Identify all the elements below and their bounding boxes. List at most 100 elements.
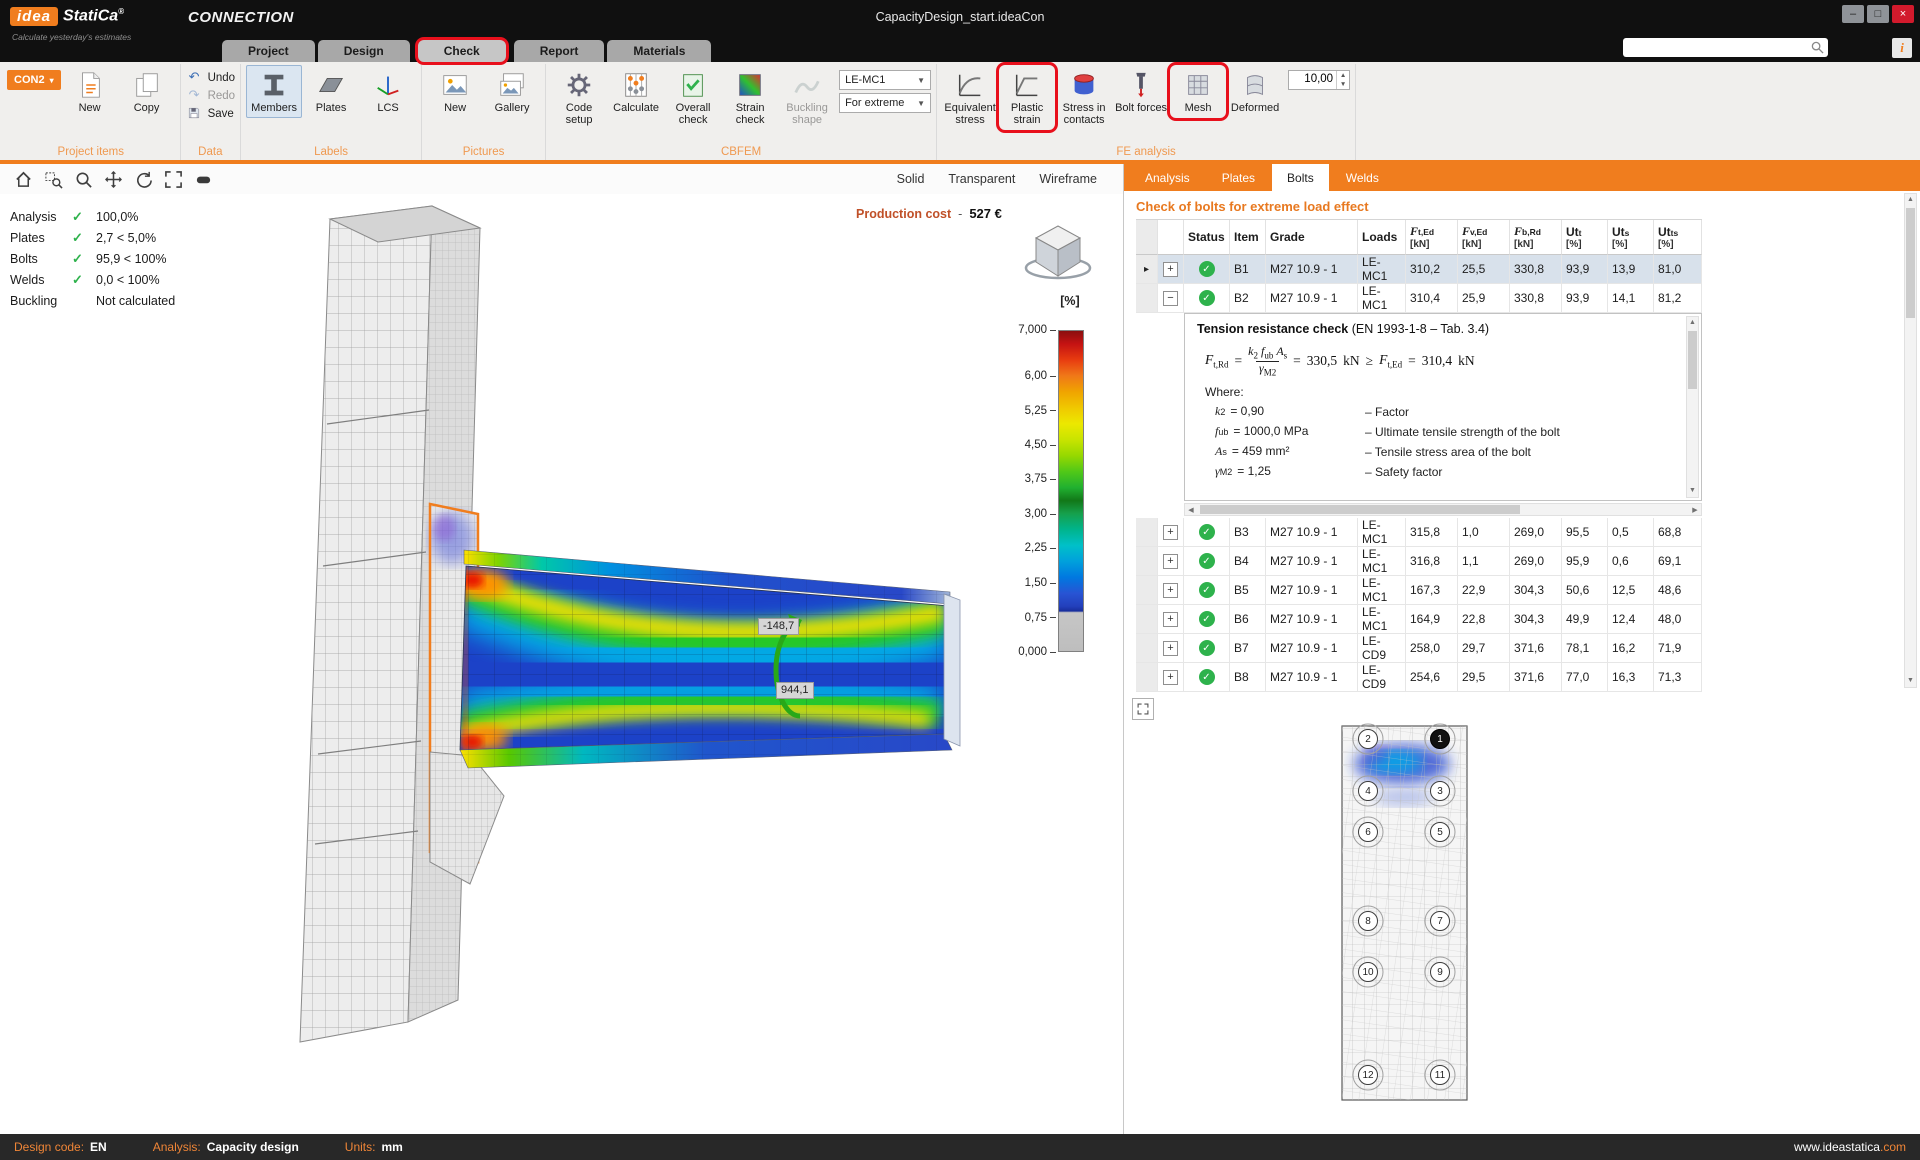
close-button[interactable]: ×: [1892, 5, 1914, 23]
group-label-project-items: Project items: [7, 144, 175, 160]
main-tab[interactable]: Materials: [607, 40, 711, 62]
main-tab[interactable]: Design: [318, 40, 410, 62]
search-input[interactable]: [1627, 42, 1811, 54]
view-mode-button[interactable]: Wireframe: [1039, 172, 1097, 186]
vertical-scrollbar[interactable]: ▲▼: [1904, 193, 1917, 688]
rotate-button[interactable]: [130, 167, 156, 191]
lcs-toggle[interactable]: LCS: [360, 65, 416, 118]
copy-item-button[interactable]: Copy: [119, 65, 175, 118]
results-tab[interactable]: Bolts: [1272, 164, 1329, 191]
code-setup-button[interactable]: Code setup: [551, 65, 607, 130]
view-mode-button[interactable]: Transparent: [948, 172, 1015, 186]
row-expander[interactable]: +: [1163, 583, 1178, 598]
row-expander[interactable]: −: [1163, 291, 1178, 306]
paint-results-button[interactable]: [190, 167, 216, 191]
minimize-button[interactable]: –: [1842, 5, 1864, 23]
mesh-button[interactable]: Mesh: [1170, 65, 1226, 118]
bolt-marker[interactable]: 1: [1430, 729, 1450, 749]
strain-check-button[interactable]: Strain check: [722, 65, 778, 130]
expand-view-button[interactable]: [1132, 698, 1154, 720]
bolt-row[interactable]: + B5 M27 10.9 - 1 LE-MC1 167,3 22,9 304,…: [1136, 576, 1702, 605]
main-tab[interactable]: Project: [222, 40, 315, 62]
buckling-shape-button[interactable]: Buckling shape: [779, 65, 835, 130]
spinner-up-icon[interactable]: ▲: [1337, 71, 1349, 80]
con2-dropdown[interactable]: CON2▾: [7, 70, 61, 90]
beam-strain-contours: [456, 550, 960, 768]
bolt-row[interactable]: ▸ + B1 M27 10.9 - 1 LE-MC1 310,2 25,5 33…: [1136, 255, 1702, 284]
view-mode-switch: Solid Transparent Wireframe: [897, 172, 1113, 186]
table-header: Status Item Grade Loads Ft,Ed[kN] Fv,Ed[…: [1136, 219, 1702, 255]
plates-icon: [316, 70, 346, 100]
legend-tick: 2,25: [1025, 542, 1056, 554]
overall-check-button[interactable]: Overall check: [665, 65, 721, 130]
bolt-marker[interactable]: 7: [1430, 911, 1450, 931]
row-expander[interactable]: +: [1163, 641, 1178, 656]
save-button[interactable]: Save: [186, 106, 234, 121]
chevron-down-icon: ▼: [917, 76, 925, 85]
pan-button[interactable]: [100, 167, 126, 191]
bolt-row[interactable]: + B7 M27 10.9 - 1 LE-CD9 258,0 29,7 371,…: [1136, 634, 1702, 663]
new-item-button[interactable]: New: [62, 65, 118, 118]
row-expander[interactable]: +: [1163, 554, 1178, 569]
deformed-scale-stepper[interactable]: 10,00 ▲▼: [1288, 70, 1350, 90]
bolt-marker[interactable]: 6: [1358, 822, 1378, 842]
bolt-forces-button[interactable]: Bolt forces: [1113, 65, 1169, 118]
fe-model-3d[interactable]: [0, 194, 1123, 1134]
bolt-table: Status Item Grade Loads Ft,Ed[kN] Fv,Ed[…: [1136, 219, 1702, 692]
search-icon[interactable]: [1811, 41, 1824, 54]
plates-toggle[interactable]: Plates: [303, 65, 359, 118]
bolt-marker[interactable]: 2: [1358, 729, 1378, 749]
members-toggle[interactable]: Members: [246, 65, 302, 118]
undo-button[interactable]: ↶Undo: [186, 70, 236, 85]
view-mode-button[interactable]: Solid: [897, 172, 925, 186]
row-expander[interactable]: +: [1163, 262, 1178, 277]
info-button[interactable]: i: [1892, 38, 1912, 58]
redo-button[interactable]: ↷Redo: [186, 88, 236, 103]
bolt-marker[interactable]: 9: [1430, 962, 1450, 982]
plastic-strain-button[interactable]: Plastic strain: [999, 65, 1055, 130]
bolt-row[interactable]: + B8 M27 10.9 - 1 LE-CD9 254,6 29,5 371,…: [1136, 663, 1702, 692]
new-picture-button[interactable]: New: [427, 65, 483, 118]
extreme-select[interactable]: For extreme▼: [839, 93, 931, 113]
stress-in-contacts-button[interactable]: Stress in contacts: [1056, 65, 1112, 130]
spinner-down-icon[interactable]: ▼: [1337, 80, 1349, 89]
bolt-row[interactable]: + B4 M27 10.9 - 1 LE-MC1 316,8 1,1 269,0…: [1136, 547, 1702, 576]
website-link[interactable]: www.ideastatica.com: [1794, 1140, 1906, 1154]
home-icon: [14, 170, 33, 189]
calculate-button[interactable]: Calculate: [608, 65, 664, 118]
bolt-marker[interactable]: 4: [1358, 781, 1378, 801]
equivalent-stress-button[interactable]: Equivalent stress: [942, 65, 998, 130]
row-expander[interactable]: +: [1163, 670, 1178, 685]
navigation-cube[interactable]: [1018, 216, 1100, 288]
bolt-marker[interactable]: 8: [1358, 911, 1378, 931]
bolt-marker[interactable]: 11: [1430, 1065, 1450, 1085]
deformed-button[interactable]: Deformed: [1227, 65, 1283, 118]
bolt-marker[interactable]: 3: [1430, 781, 1450, 801]
row-expander[interactable]: +: [1163, 612, 1178, 627]
bolt-row[interactable]: + B6 M27 10.9 - 1 LE-MC1 164,9 22,8 304,…: [1136, 605, 1702, 634]
row-expander[interactable]: +: [1163, 525, 1178, 540]
units-status: Units:mm: [345, 1140, 403, 1154]
bolt-marker[interactable]: 10: [1358, 962, 1378, 982]
home-view-button[interactable]: [10, 167, 36, 191]
horizontal-scrollbar[interactable]: ◀ ▶: [1184, 503, 1702, 516]
zoom-button[interactable]: [70, 167, 96, 191]
main-tab[interactable]: Report: [514, 40, 605, 62]
detail-scrollbar[interactable]: ▲▼: [1686, 316, 1699, 498]
group-label-pictures: Pictures: [427, 144, 540, 160]
results-tab[interactable]: Analysis: [1130, 164, 1205, 191]
bolt-marker[interactable]: 5: [1430, 822, 1450, 842]
load-case-select[interactable]: LE-MC1▼: [839, 70, 931, 90]
zoom-fit-button[interactable]: [160, 167, 186, 191]
bolt-row[interactable]: + B3 M27 10.9 - 1 LE-MC1 315,8 1,0 269,0…: [1136, 518, 1702, 547]
model-canvas[interactable]: Analysis ✓ 100,0% Plates ✓ 2,7 < 5,0% Bo…: [0, 194, 1123, 1134]
fit-icon: [164, 170, 183, 189]
gallery-button[interactable]: Gallery: [484, 65, 540, 118]
bolt-row[interactable]: − B2 M27 10.9 - 1 LE-MC1 310,4 25,9 330,…: [1136, 284, 1702, 313]
results-tab[interactable]: Welds: [1331, 164, 1394, 191]
results-tab[interactable]: Plates: [1207, 164, 1270, 191]
zoom-window-button[interactable]: [40, 167, 66, 191]
maximize-button[interactable]: □: [1867, 5, 1889, 23]
main-tab[interactable]: Check: [418, 40, 506, 62]
bolt-marker[interactable]: 12: [1358, 1065, 1378, 1085]
